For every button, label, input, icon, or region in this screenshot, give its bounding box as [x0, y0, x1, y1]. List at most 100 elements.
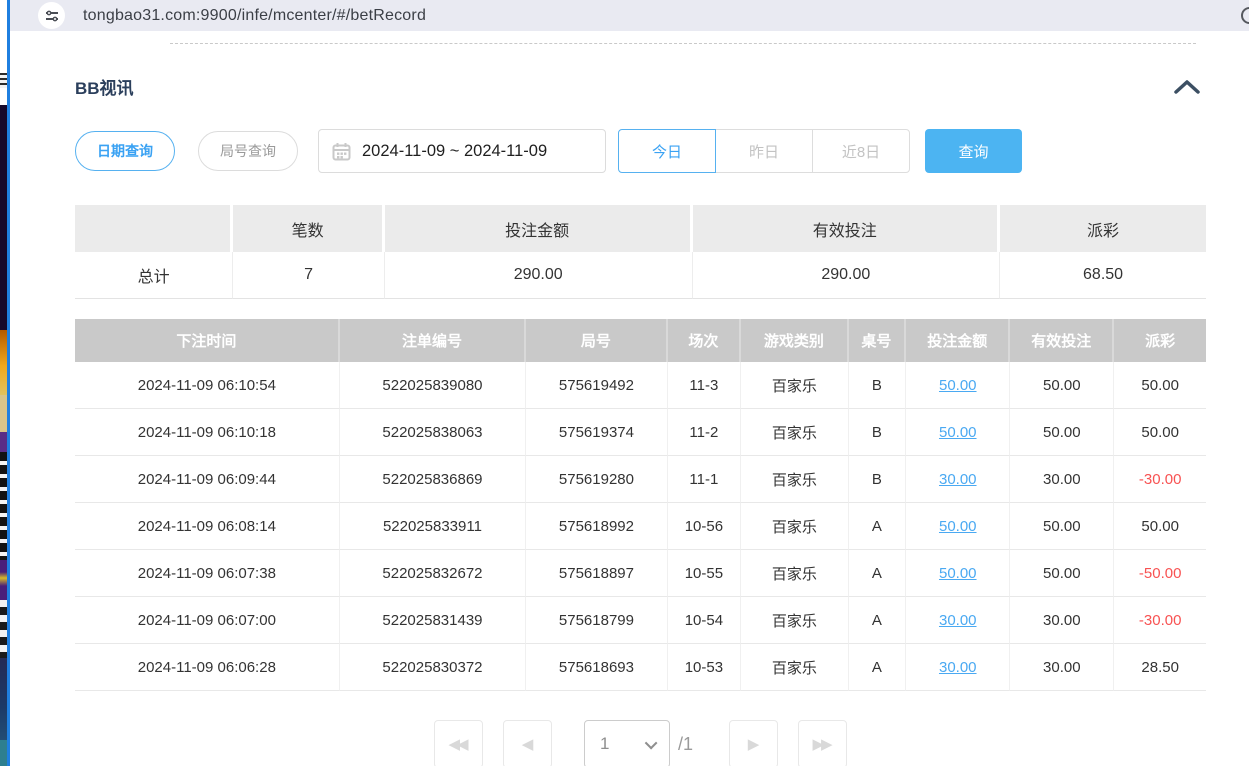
- site-settings-icon[interactable]: [38, 2, 65, 29]
- header-bet-id: 注单编号: [340, 319, 527, 362]
- cell-round-no: 575618799: [526, 597, 667, 644]
- address-bar[interactable]: tongbao31.com:9900/infe/mcenter/#/betRec…: [10, 0, 1249, 31]
- cell-bet-id: 522025836869: [340, 456, 527, 503]
- collapse-chevron-up-icon[interactable]: [1172, 78, 1202, 96]
- page-select[interactable]: 1: [584, 720, 670, 766]
- header-bet-time: 下注时间: [75, 319, 340, 362]
- bet-amount-link[interactable]: 50.00: [939, 565, 977, 582]
- today-button[interactable]: 今日: [618, 129, 716, 173]
- sliver-segment: [0, 600, 7, 658]
- cell-bet-id: 522025830372: [340, 644, 527, 691]
- sliver-segment: [0, 330, 7, 395]
- cell-table-no: B: [849, 409, 907, 456]
- cell-bet-amount: 30.00: [906, 456, 1010, 503]
- search-button[interactable]: 查询: [925, 129, 1022, 173]
- cell-table-no: A: [849, 503, 907, 550]
- bet-amount-link[interactable]: 30.00: [939, 471, 977, 488]
- sliver-segment: [0, 0, 7, 73]
- bet-amount-link[interactable]: 30.00: [939, 659, 977, 676]
- cell-game-type: 百家乐: [741, 597, 848, 644]
- cell-session: 11-2: [668, 409, 742, 456]
- cell-valid-bet: 50.00: [1010, 362, 1114, 409]
- bet-amount-link[interactable]: 50.00: [939, 518, 977, 535]
- pagination: ◀◀ ◀ 1 /1 ▶ ▶▶: [75, 720, 1206, 766]
- cell-valid-bet: 50.00: [1010, 550, 1114, 597]
- filter-toolbar: 日期查询 局号查询 2024-11-09 ~ 2024-11-09 今日: [75, 129, 1206, 173]
- header-table-no: 桌号: [849, 319, 907, 362]
- summary-header-valid-bet: 有效投注: [693, 205, 1001, 252]
- summary-table: 笔数 投注金额 有效投注 派彩 总计 7 290.00 290.00 68.50: [75, 205, 1206, 299]
- cell-bet-amount: 50.00: [906, 409, 1010, 456]
- cell-bet-amount: 30.00: [906, 597, 1010, 644]
- prev-page-button[interactable]: ◀: [503, 720, 552, 766]
- summary-header-row: 笔数 投注金额 有效投注 派彩: [75, 205, 1206, 252]
- next-page-icon: ▶: [748, 735, 757, 753]
- table-row: 2024-11-09 06:07:38 522025832672 5756188…: [75, 550, 1206, 597]
- cell-payout: 50.00: [1114, 503, 1206, 550]
- page-title: BB视讯: [75, 74, 134, 99]
- bet-amount-link[interactable]: 30.00: [939, 612, 977, 629]
- cell-table-no: A: [849, 644, 907, 691]
- page-total-label: /1: [678, 720, 693, 766]
- bet-records-table: 下注时间 注单编号 局号 场次 游戏类别 桌号 投注金额 有效投注 派彩 202…: [75, 319, 1206, 691]
- cell-round-no: 575619492: [526, 362, 667, 409]
- cell-table-no: B: [849, 362, 907, 409]
- records-header-row: 下注时间 注单编号 局号 场次 游戏类别 桌号 投注金额 有效投注 派彩: [75, 319, 1206, 362]
- cell-bet-amount: 50.00: [906, 503, 1010, 550]
- cell-game-type: 百家乐: [741, 503, 848, 550]
- cell-session: 10-56: [668, 503, 742, 550]
- cell-game-type: 百家乐: [741, 362, 848, 409]
- round-query-tab[interactable]: 局号查询: [198, 131, 298, 171]
- prev-page-icon: ◀: [522, 735, 531, 753]
- cell-session: 11-3: [668, 362, 742, 409]
- panel-left-edge: [7, 0, 10, 766]
- url-text[interactable]: tongbao31.com:9900/infe/mcenter/#/betRec…: [83, 7, 426, 25]
- cell-table-no: A: [849, 550, 907, 597]
- cell-bet-time: 2024-11-09 06:08:14: [75, 503, 340, 550]
- cell-round-no: 575618693: [526, 644, 667, 691]
- menu-icon-fragment: [0, 73, 7, 88]
- table-row: 2024-11-09 06:10:18 522025838063 5756193…: [75, 409, 1206, 456]
- last-8-days-button[interactable]: 近8日: [812, 129, 910, 173]
- cell-bet-id: 522025831439: [340, 597, 527, 644]
- cell-payout: 28.50: [1114, 644, 1206, 691]
- yesterday-button[interactable]: 昨日: [715, 129, 813, 173]
- sliver-segment: [0, 105, 7, 330]
- summary-bet-amount-value: 290.00: [385, 252, 693, 299]
- bet-record-panel: BB视讯 日期查询 局号查询 2024-11: [10, 31, 1249, 766]
- last-page-icon: ▶▶: [812, 735, 829, 753]
- header-bet-amount: 投注金额: [906, 319, 1010, 362]
- date-query-tab[interactable]: 日期查询: [75, 131, 175, 171]
- bet-amount-link[interactable]: 50.00: [939, 377, 977, 394]
- cell-bet-time: 2024-11-09 06:09:44: [75, 456, 340, 503]
- cell-table-no: B: [849, 456, 907, 503]
- cell-valid-bet: 30.00: [1010, 644, 1114, 691]
- sliver-segment: [0, 658, 7, 740]
- sliver-segment: [0, 740, 7, 766]
- cell-bet-time: 2024-11-09 06:10:54: [75, 362, 340, 409]
- cell-valid-bet: 30.00: [1010, 597, 1114, 644]
- cell-game-type: 百家乐: [741, 456, 848, 503]
- cell-round-no: 575619280: [526, 456, 667, 503]
- last-page-button[interactable]: ▶▶: [798, 720, 847, 766]
- bet-amount-link[interactable]: 50.00: [939, 424, 977, 441]
- cell-bet-time: 2024-11-09 06:10:18: [75, 409, 340, 456]
- cell-bet-id: 522025839080: [340, 362, 527, 409]
- date-range-input[interactable]: 2024-11-09 ~ 2024-11-09: [318, 129, 606, 173]
- sliver-segment: [0, 452, 7, 560]
- first-page-icon: ◀◀: [448, 735, 465, 753]
- first-page-button[interactable]: ◀◀: [434, 720, 483, 766]
- date-range-value: 2024-11-09 ~ 2024-11-09: [362, 142, 547, 161]
- next-page-button[interactable]: ▶: [729, 720, 778, 766]
- cell-bet-id: 522025838063: [340, 409, 527, 456]
- cell-bet-amount: 50.00: [906, 362, 1010, 409]
- records-body: 2024-11-09 06:10:54 522025839080 5756194…: [75, 362, 1206, 691]
- cell-payout: -30.00: [1114, 597, 1206, 644]
- table-row: 2024-11-09 06:06:28 522025830372 5756186…: [75, 644, 1206, 691]
- summary-count-value: 7: [233, 252, 385, 299]
- cell-session: 10-53: [668, 644, 742, 691]
- cell-game-type: 百家乐: [741, 409, 848, 456]
- cell-payout: -30.00: [1114, 456, 1206, 503]
- cell-valid-bet: 50.00: [1010, 503, 1114, 550]
- dashed-divider: [170, 43, 1196, 44]
